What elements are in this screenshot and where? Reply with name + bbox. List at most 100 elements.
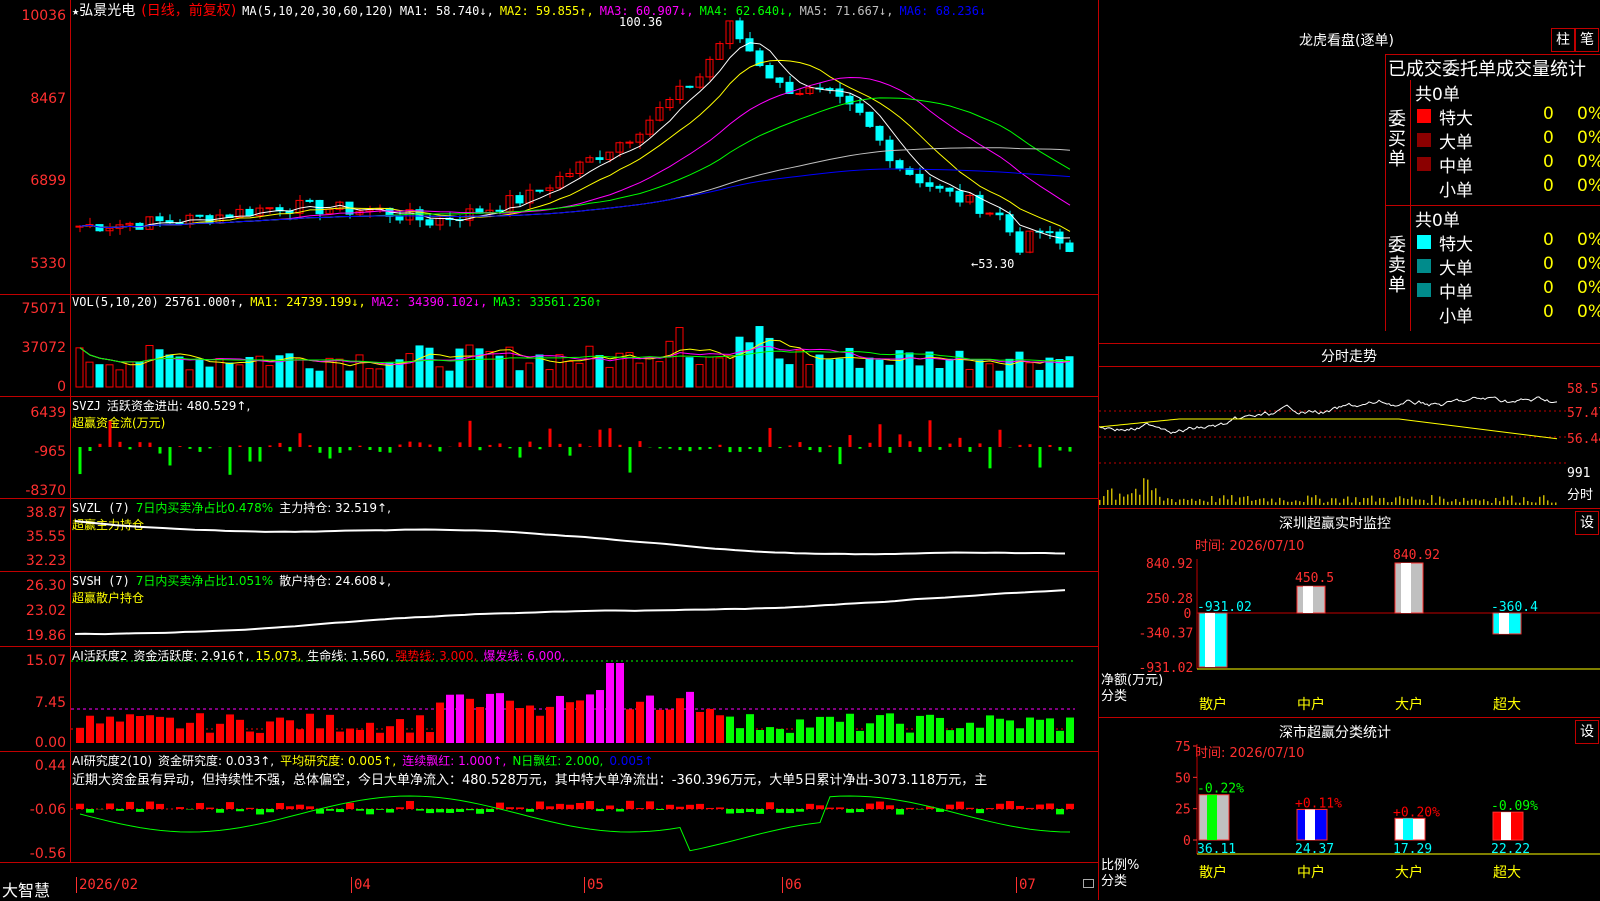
monitor-value-label: -931.02 <box>1197 600 1252 615</box>
research-bar <box>176 807 184 809</box>
volume-bar <box>526 363 533 387</box>
activity-bar <box>286 720 294 743</box>
research-bar <box>346 803 354 809</box>
activity-bar <box>306 714 314 743</box>
legend-swatch <box>1417 283 1431 297</box>
research-bar <box>376 809 384 810</box>
row-count: 0 <box>1543 254 1554 274</box>
svzl-chart[interactable] <box>71 499 1097 571</box>
svsh-panel[interactable]: 26.30 23.02 19.86 SVSH (7)7日内买卖净占比1.051%… <box>0 572 1098 647</box>
volume-bar <box>1056 360 1063 387</box>
ai2-y-label: -0.06 <box>30 802 66 818</box>
ai-research-chart[interactable] <box>71 752 1097 862</box>
volume-bar <box>736 337 743 387</box>
activity-bar <box>686 692 694 743</box>
activity-bar <box>246 732 254 743</box>
activity-bar <box>276 718 284 743</box>
sell-section: 委卖单 共0单 特大00%大单00%中单00%小单00% <box>1385 206 1600 331</box>
research-bar <box>266 809 274 812</box>
monitor-bar-highlight <box>1499 613 1509 634</box>
volume-bar <box>266 366 273 387</box>
intraday-volume-bar <box>1435 503 1437 505</box>
activity-bar <box>726 717 734 743</box>
research-bar <box>106 803 114 809</box>
high-price-label: 100.36 <box>619 15 662 29</box>
svzj-panel[interactable]: 6439 -965 -8370 SVZJ活跃资金进出: 480.529↑, 超赢… <box>0 397 1098 499</box>
activity-bar <box>666 710 674 743</box>
svzl-y-label: 32.23 <box>26 553 66 569</box>
intraday-panel[interactable]: 分时走势 58.51 57.47 56.44 991 分时 <box>1098 344 1600 509</box>
intraday-tag: 分时 <box>1567 484 1593 503</box>
vol-y-label: 75071 <box>21 301 66 317</box>
candle <box>156 217 163 221</box>
volume-bar <box>686 358 693 387</box>
classify-y-label: 50 <box>1175 771 1191 786</box>
ai-activity-panel[interactable]: 15.07 7.45 0.00 AI活跃度2资金活跃度: 2.916↑,15.0… <box>0 647 1098 752</box>
intraday-volume-bar <box>1403 498 1405 505</box>
research-bar <box>406 801 414 809</box>
activity-bar <box>636 702 644 743</box>
candle <box>596 158 603 160</box>
candle <box>836 89 843 96</box>
x-label: 06 <box>782 877 802 893</box>
research-bar <box>466 809 474 810</box>
activity-bar <box>1046 718 1054 743</box>
activity-bar <box>716 715 724 743</box>
intraday-volume-bar <box>1159 497 1161 505</box>
research-bar <box>656 809 664 810</box>
classify-change-label: -0.09% <box>1491 799 1538 814</box>
ai-activity-chart[interactable] <box>71 647 1097 751</box>
svzj-chart[interactable] <box>71 397 1097 498</box>
kline-y-label: 6899 <box>30 173 66 189</box>
intraday-volume-bar <box>1247 496 1249 505</box>
row-count: 0 <box>1543 152 1554 172</box>
research-bar <box>606 806 614 809</box>
kline-y-label: 8467 <box>30 91 66 107</box>
ai-research-panel[interactable]: 0.44 -0.06 -0.56 AI研究度2(10)资金研究度: 0.033↑… <box>0 752 1098 863</box>
research-bar <box>886 805 894 809</box>
intraday-volume-bar <box>1491 503 1493 505</box>
ai2-y-label: -0.56 <box>30 846 66 862</box>
activity-bar <box>166 718 174 743</box>
research-bar <box>156 804 164 809</box>
activity-bar <box>896 724 904 743</box>
kline-panel[interactable]: 10036 8467 6899 5330 ★弘景光电(日线，前复权)MA(5,1… <box>0 0 1098 295</box>
classify-y-label: 25 <box>1175 803 1191 818</box>
ai1-y-label: 0.00 <box>35 735 66 751</box>
activity-bar <box>206 733 214 743</box>
lock-icon[interactable] <box>1083 879 1094 888</box>
activity-bar <box>1016 728 1024 743</box>
legend-swatch <box>1417 157 1431 171</box>
activity-bar <box>216 724 224 743</box>
volume-bar <box>486 351 493 387</box>
classify-value-label: 36.11 <box>1197 842 1236 857</box>
classify-bar-highlight <box>1305 809 1315 840</box>
volume-bar <box>546 370 553 387</box>
bar-toggle-button[interactable]: 柱 <box>1551 28 1575 52</box>
volume-panel[interactable]: 75071 37072 0 VOL(5,10,20)25761.000↑,MA1… <box>0 295 1098 397</box>
avg-line <box>1099 419 1557 439</box>
svzl-panel[interactable]: 38.87 35.55 32.23 SVZL (7)7日内买卖净占比0.478%… <box>0 499 1098 572</box>
tick-toggle-button[interactable]: 笔 <box>1575 28 1599 52</box>
volume-chart[interactable] <box>71 295 1097 396</box>
row-count: 0 <box>1543 278 1554 298</box>
activity-bar <box>436 703 444 743</box>
volume-bar <box>806 364 813 387</box>
research-bar <box>786 809 794 813</box>
volume-bar <box>206 367 213 387</box>
svsh-chart[interactable] <box>71 572 1097 646</box>
intraday-volume-bar <box>1139 495 1141 505</box>
activity-bar <box>696 712 704 743</box>
kline-chart[interactable]: 100.36←53.30 <box>71 0 1097 294</box>
intraday-chart[interactable] <box>1099 367 1567 507</box>
research-bar <box>246 808 254 809</box>
intraday-vol-label: 991 <box>1567 466 1590 481</box>
activity-bar <box>886 713 894 743</box>
intraday-volume-bar <box>1463 498 1465 505</box>
activity-bar <box>176 728 184 743</box>
intraday-volume-bar <box>1487 501 1489 505</box>
row-label: 中单 <box>1439 278 1473 303</box>
row-count: 0 <box>1543 230 1554 250</box>
price-line <box>1099 397 1557 434</box>
research-bar <box>336 809 344 812</box>
